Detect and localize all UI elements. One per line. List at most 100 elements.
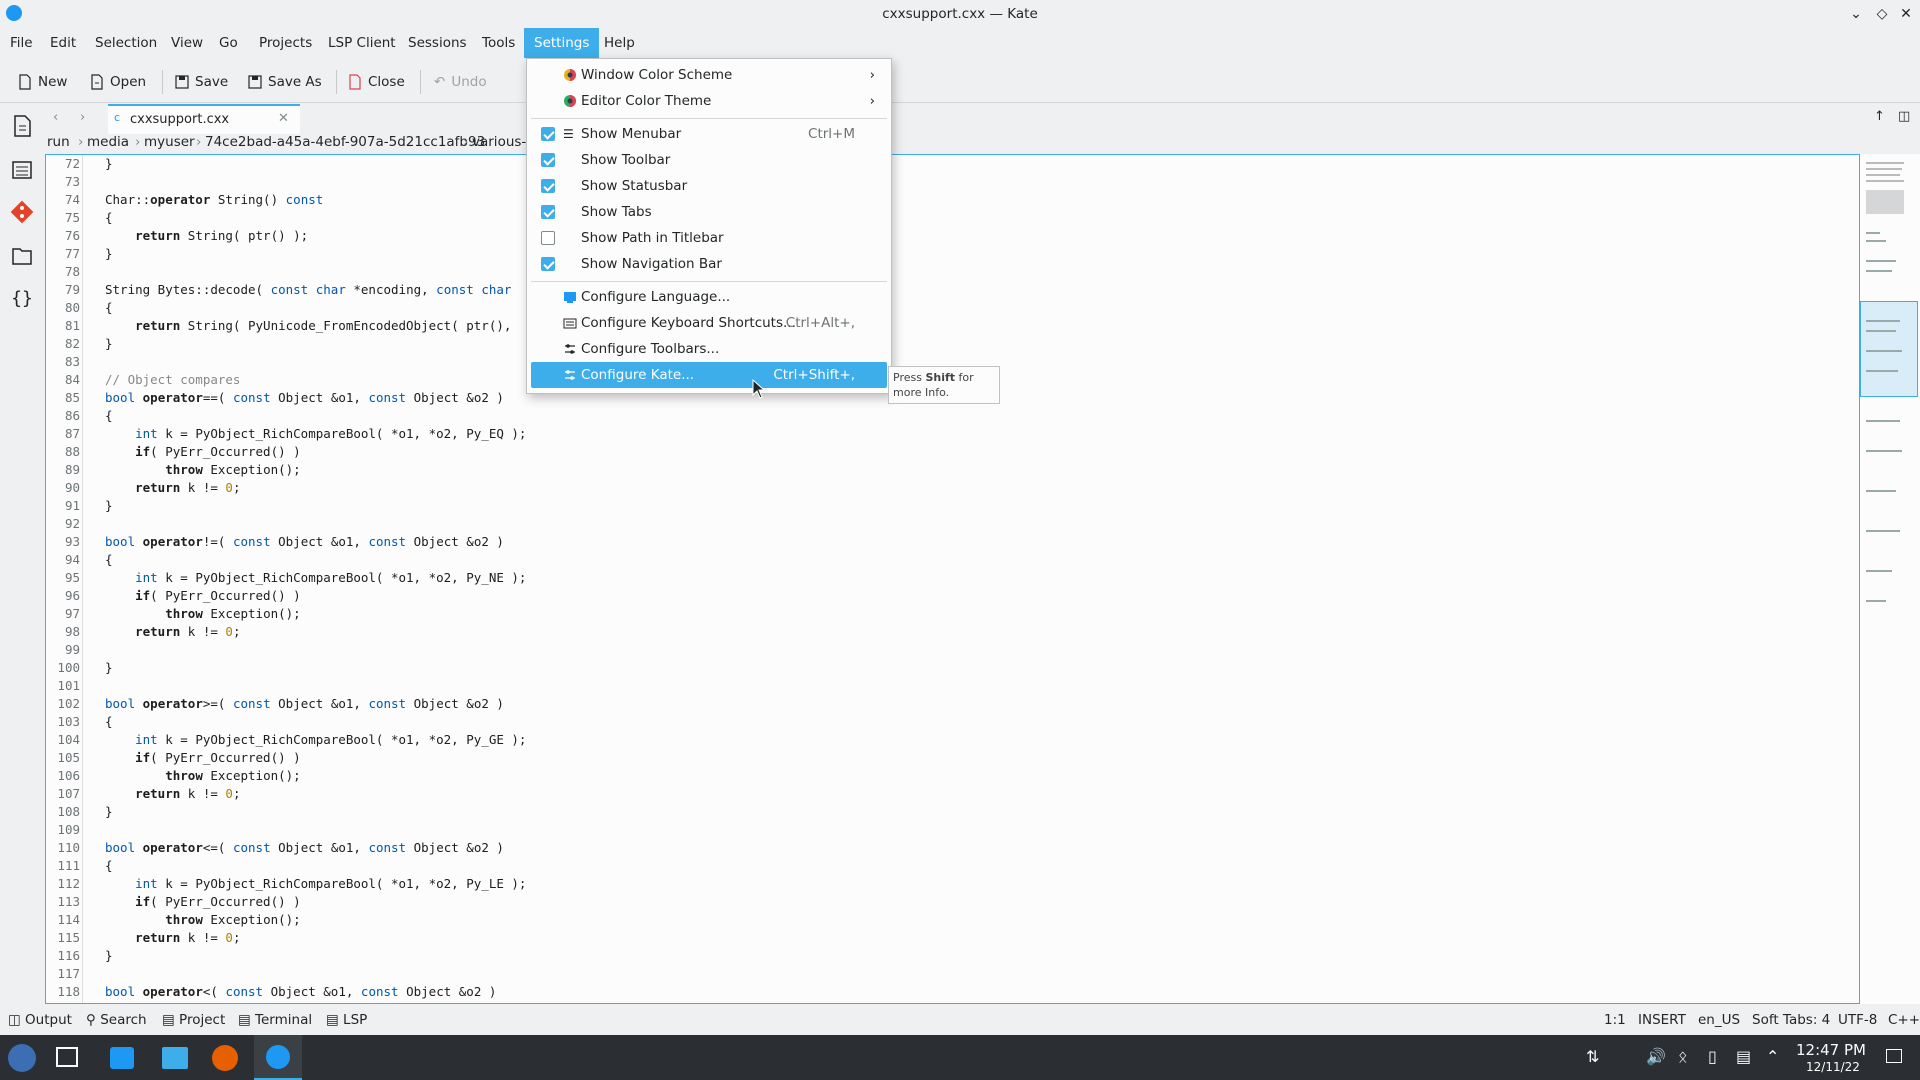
code-editor[interactable]: 72} 73 74 Char::operator String() const 75{7…: [45, 154, 1860, 1004]
menu-configure-shortcuts[interactable]: Configure Keyboard Shortcuts... Ctrl+Alt…: [531, 310, 887, 336]
show-toolbar-checkbox[interactable]: [541, 153, 555, 167]
menu-edit[interactable]: Edit: [40, 28, 86, 58]
volume-icon[interactable]: 🔊: [1646, 1047, 1666, 1066]
cursor-position[interactable]: 1:1: [1604, 1012, 1626, 1028]
menu-show-toolbar[interactable]: Show Toolbar: [531, 147, 887, 173]
save-as-button[interactable]: Save As: [248, 69, 322, 95]
taskbar: ⇅ 🔊 ᛟ ▯ ▤ ⌃ 12:47 PM 12/11/22: [0, 1035, 1920, 1080]
menu-view[interactable]: View: [161, 28, 213, 58]
code-text: if( PyErr_Occurred() ): [135, 444, 301, 459]
code-text: if( PyErr_Occurred() ): [135, 588, 301, 603]
menu-file[interactable]: File: [0, 28, 43, 58]
open-button[interactable]: Open: [90, 69, 146, 95]
menu-show-menubar[interactable]: ☰ Show Menubar Ctrl+M: [531, 121, 887, 147]
network-icon[interactable]: ▤: [1736, 1047, 1751, 1066]
undo-icon: ↶: [434, 74, 446, 90]
menu-sessions[interactable]: Sessions: [398, 28, 477, 58]
show-menubar-checkbox[interactable]: [541, 127, 555, 141]
undo-button[interactable]: ↶ Undo: [434, 69, 487, 95]
status-bar: ◫ Output ⚲ Search ▤ Project ▤ Terminal ▤…: [0, 1005, 1920, 1035]
menu-lsp-client[interactable]: LSP Client: [318, 28, 406, 58]
pin-icon[interactable]: ↑: [1874, 109, 1885, 124]
minimize-icon[interactable]: ⌄: [1846, 4, 1866, 24]
minimap[interactable]: [1860, 154, 1920, 1004]
line-number: 89: [64, 462, 80, 477]
menu-tools[interactable]: Tools: [472, 28, 525, 58]
code-text: return k != 0;: [135, 624, 241, 639]
encoding[interactable]: UTF-8: [1838, 1012, 1877, 1028]
terminal-label: Terminal: [255, 1012, 313, 1028]
menu-editor-color-theme[interactable]: Editor Color Theme ›: [531, 88, 887, 114]
show-navbar-checkbox[interactable]: [541, 257, 555, 271]
file-browser-icon[interactable]: [8, 242, 36, 270]
show-hidden-icon[interactable]: ⌃: [1766, 1047, 1779, 1066]
close-window-icon[interactable]: ✕: [1896, 4, 1916, 24]
menu-separator: [531, 118, 887, 119]
menu-show-path-in-titlebar[interactable]: Show Path in Titlebar: [531, 225, 887, 251]
close-button[interactable]: Close: [348, 69, 405, 95]
menu-show-statusbar[interactable]: Show Statusbar: [531, 173, 887, 199]
documents-icon[interactable]: [8, 112, 36, 140]
clock-date[interactable]: 12/11/22: [1806, 1060, 1860, 1074]
symbols-icon[interactable]: {}: [8, 284, 36, 312]
breadcrumb: run › media › myuser › 74ce2bad-a45a-4eb…: [45, 134, 1920, 154]
input-mode[interactable]: INSERT: [1638, 1012, 1686, 1028]
dictionary[interactable]: en_US: [1698, 1012, 1740, 1028]
discover-icon[interactable]: [110, 1047, 134, 1069]
storage-icon[interactable]: ▯: [1708, 1047, 1717, 1066]
menu-selection[interactable]: Selection: [85, 28, 167, 58]
kde-connect-icon[interactable]: ⇅: [1586, 1047, 1599, 1066]
forward-icon[interactable]: ›: [80, 110, 85, 125]
line-number: 87: [64, 426, 80, 441]
dolphin-icon[interactable]: [162, 1047, 188, 1069]
indentation[interactable]: Soft Tabs: 4: [1752, 1012, 1830, 1028]
breadcrumb-item[interactable]: run: [47, 134, 70, 150]
split-view-icon[interactable]: ◫: [1898, 109, 1910, 124]
firefox-icon[interactable]: [212, 1045, 238, 1071]
menu-settings[interactable]: Settings: [524, 28, 600, 58]
menu-label: Configure Language...: [581, 289, 731, 305]
menu-configure-toolbars[interactable]: Configure Toolbars...: [531, 336, 887, 362]
lsp-tab[interactable]: ▤ LSP: [326, 1012, 367, 1028]
tab-close-icon[interactable]: ✕: [278, 111, 289, 126]
terminal-tab[interactable]: ▤ Terminal: [238, 1012, 312, 1028]
show-statusbar-checkbox[interactable]: [541, 179, 555, 193]
bluetooth-icon[interactable]: ᛟ: [1678, 1047, 1688, 1066]
code-text: bool operator<( const Object &o1, const …: [105, 984, 497, 999]
syntax-mode[interactable]: C++: [1888, 1012, 1920, 1028]
back-icon[interactable]: ‹: [53, 110, 58, 125]
tab-cxxsupport[interactable]: c cxxsupport.cxx ✕: [108, 104, 300, 134]
tab-label: cxxsupport.cxx: [130, 112, 230, 127]
show-path-checkbox[interactable]: [541, 231, 555, 245]
breadcrumb-item[interactable]: various-f: [472, 134, 531, 150]
menu-configure-language[interactable]: Configure Language...: [531, 284, 887, 310]
menu-window-color-scheme[interactable]: Window Color Scheme ›: [531, 62, 887, 88]
output-tab[interactable]: ◫ Output: [8, 1012, 72, 1028]
breadcrumb-item[interactable]: myuser: [144, 134, 195, 150]
show-tabs-checkbox[interactable]: [541, 205, 555, 219]
save-button[interactable]: Save: [175, 69, 228, 95]
kate-task-button[interactable]: [254, 1035, 302, 1080]
fedora-launcher-icon[interactable]: [8, 1044, 36, 1072]
project-tab[interactable]: ▤ Project: [162, 1012, 225, 1028]
new-button[interactable]: New: [18, 69, 67, 95]
open-label: Open: [110, 74, 147, 90]
menu-go[interactable]: Go: [209, 28, 248, 58]
projects-list-icon[interactable]: [8, 156, 36, 184]
task-manager-icon[interactable]: [56, 1047, 78, 1067]
menu-help[interactable]: Help: [594, 28, 645, 58]
menu-configure-kate[interactable]: Configure Kate... Ctrl+Shift+,: [531, 362, 887, 388]
show-desktop-icon[interactable]: [1886, 1049, 1902, 1063]
menu-show-tabs[interactable]: Show Tabs: [531, 199, 887, 225]
left-sidebar: {}: [0, 104, 44, 1004]
code-text: int k = PyObject_RichCompareBool( *o1, *…: [135, 876, 527, 891]
clock-time[interactable]: 12:47 PM: [1796, 1041, 1866, 1059]
git-icon[interactable]: [8, 198, 36, 226]
menu-show-navigation-bar[interactable]: Show Navigation Bar: [531, 251, 887, 277]
menu-projects[interactable]: Projects: [249, 28, 322, 58]
breadcrumb-item[interactable]: 74ce2bad-a45a-4ebf-907a-5d21cc1afb93: [205, 134, 485, 150]
cpp-file-icon: c: [114, 111, 121, 124]
search-tab[interactable]: ⚲ Search: [86, 1012, 147, 1028]
breadcrumb-item[interactable]: media: [87, 134, 129, 150]
maximize-icon[interactable]: ◇: [1872, 4, 1892, 24]
